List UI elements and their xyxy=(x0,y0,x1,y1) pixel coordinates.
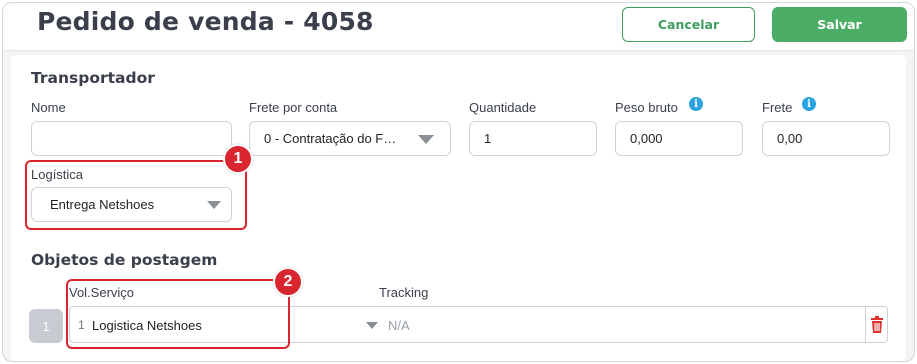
frete-input[interactable] xyxy=(777,131,889,146)
nome-field[interactable] xyxy=(31,121,232,156)
logistica-value: Entrega Netshoes xyxy=(50,197,155,212)
nome-input[interactable] xyxy=(46,131,231,146)
delete-row-button[interactable] xyxy=(865,306,887,343)
frete-por-conta-value: 0 - Contratação do F… xyxy=(264,131,397,146)
nome-label: Nome xyxy=(31,100,66,115)
logistica-select[interactable]: Entrega Netshoes xyxy=(31,187,232,222)
row-index: 1 xyxy=(29,309,63,343)
chevron-down-icon[interactable] xyxy=(366,322,378,329)
save-button[interactable]: Salvar xyxy=(772,7,907,42)
quantidade-field[interactable] xyxy=(469,121,597,156)
peso-bruto-field[interactable] xyxy=(615,121,743,156)
peso-bruto-input[interactable] xyxy=(630,131,742,146)
tracking-value[interactable]: N/A xyxy=(388,318,410,333)
section-title-transportador: Transportador xyxy=(31,69,155,87)
logistica-label: Logística xyxy=(31,167,84,182)
form-panel: Transportador Nome Frete por conta 0 - C… xyxy=(11,55,906,361)
annotation-badge-2: 2 xyxy=(273,267,303,297)
frete-por-conta-label: Frete por conta xyxy=(249,100,338,115)
page-title: Pedido de venda - 4058 xyxy=(37,7,374,36)
chevron-down-icon xyxy=(418,135,434,144)
frete-por-conta-select[interactable]: 0 - Contratação do F… xyxy=(249,121,451,156)
highlight-box-2 xyxy=(66,279,290,349)
quantidade-label: Quantidade xyxy=(469,100,537,115)
section-title-objetos: Objetos de postagem xyxy=(31,251,218,269)
frete-label: Frete xyxy=(762,100,793,115)
annotation-badge-1: 1 xyxy=(223,144,253,174)
info-icon[interactable]: i xyxy=(802,97,816,111)
col-tracking-label: Tracking xyxy=(379,285,429,300)
frete-field[interactable] xyxy=(762,121,890,156)
sales-order-window: Pedido de venda - 4058 Cancelar Salvar T… xyxy=(2,2,915,362)
page-header: Pedido de venda - 4058 Cancelar Salvar xyxy=(3,3,914,51)
quantidade-input[interactable] xyxy=(484,131,596,146)
peso-bruto-label: Peso bruto xyxy=(615,100,678,115)
info-icon[interactable]: i xyxy=(689,97,703,111)
cancel-button[interactable]: Cancelar xyxy=(622,7,755,42)
chevron-down-icon xyxy=(207,201,221,209)
trash-icon xyxy=(870,316,883,333)
